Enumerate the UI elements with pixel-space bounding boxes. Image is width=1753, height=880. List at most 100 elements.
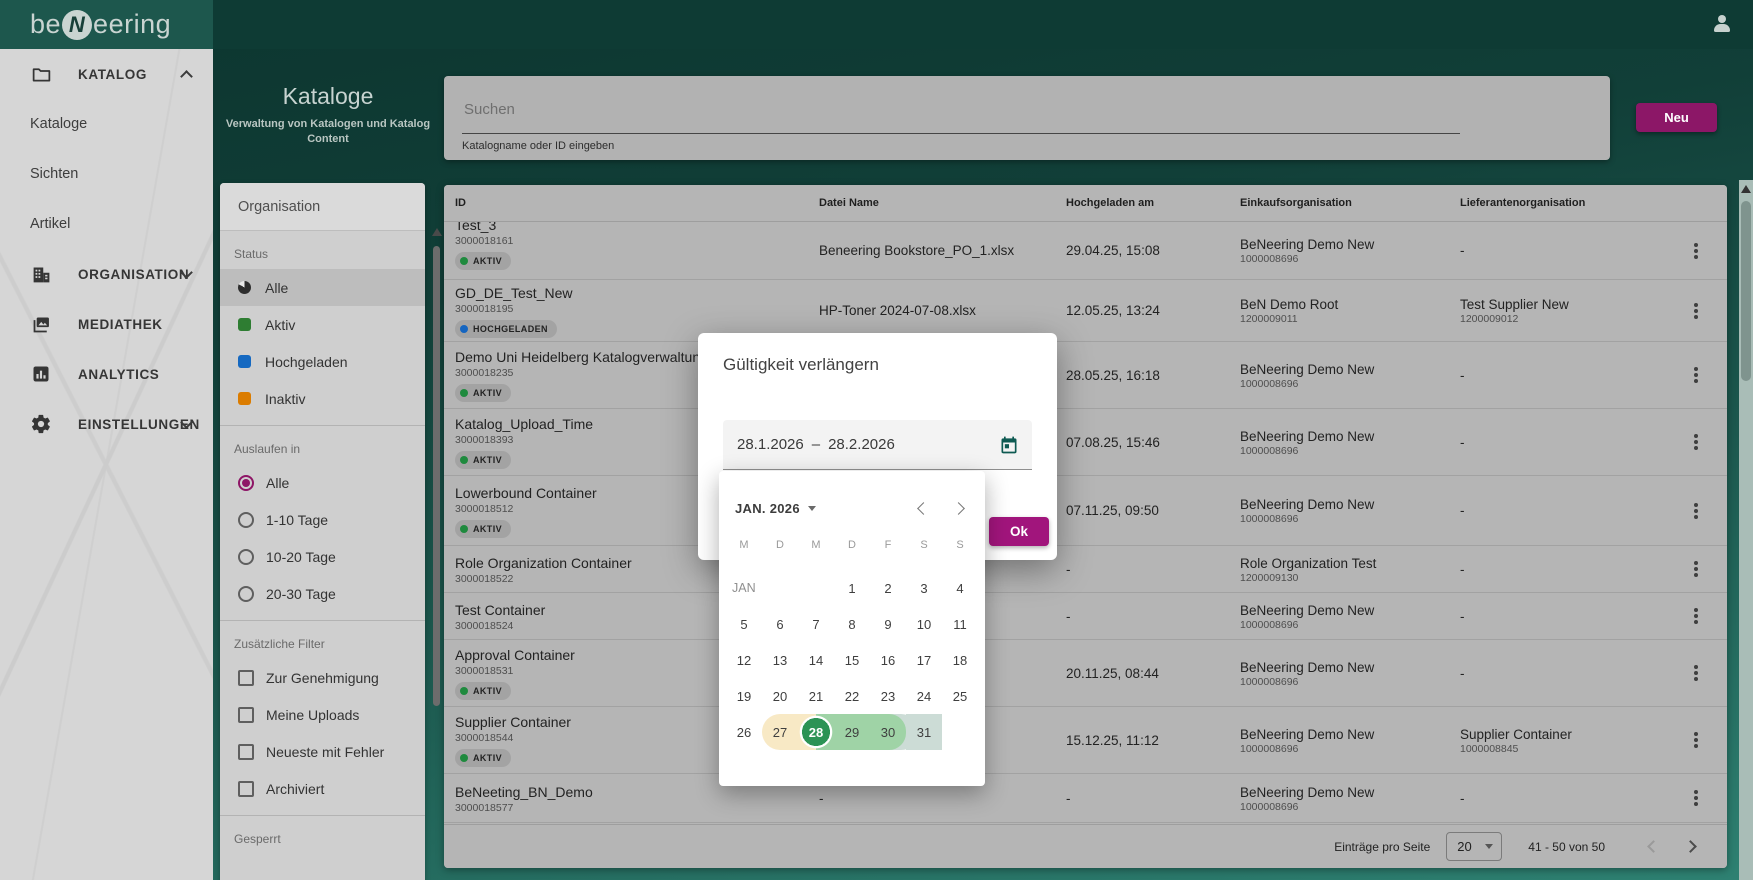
status-filter-hochgeladen[interactable]: Hochgeladen	[220, 343, 425, 380]
table-row[interactable]: Lowerbound Container 3000018512 AKTIV 07…	[444, 476, 1727, 546]
checkbox-archiviert[interactable]: Archiviert	[220, 770, 425, 807]
table-row[interactable]: Role Organization Container 3000018522 -…	[444, 546, 1727, 593]
sidebar-item-mediathek[interactable]: MEDIATHEK	[0, 299, 213, 349]
sidebar-item-organisation[interactable]: ORGANISATION	[0, 249, 213, 299]
calendar-day[interactable]: 7	[798, 606, 834, 642]
user-account-icon[interactable]	[1711, 13, 1733, 35]
ok-button[interactable]: Ok	[989, 517, 1049, 546]
calendar-icon[interactable]	[998, 434, 1020, 456]
per-page-select[interactable]: 20	[1446, 832, 1502, 861]
row-actions-menu-icon[interactable]	[1694, 440, 1698, 444]
table-row[interactable]: BeNeeting_BN_Demo 3000018577 - - BeNeeri…	[444, 774, 1727, 823]
calendar-day[interactable]: 5	[726, 606, 762, 642]
column-header-datei-name[interactable]: Datei Name	[819, 197, 1066, 209]
previous-month-button[interactable]	[917, 502, 930, 515]
table-row[interactable]: GD_DE_Test_New 3000018195 HOCHGELADEN HP…	[444, 280, 1727, 342]
scrollbar-thumb[interactable]	[1741, 201, 1751, 381]
row-actions-menu-icon[interactable]	[1694, 671, 1698, 675]
logo-area: beNeering	[0, 0, 213, 49]
calendar-day[interactable]: 3	[906, 570, 942, 606]
sidebar-item-sichten[interactable]: Sichten	[0, 149, 213, 199]
checkbox-neueste-mit-fehler[interactable]: Neueste mit Fehler	[220, 733, 425, 770]
sidebar-item-einstellungen[interactable]: EINSTELLUNGEN	[0, 399, 213, 449]
status-uploaded-icon	[238, 355, 251, 368]
calendar-day[interactable]: 29	[834, 714, 870, 750]
calendar-day[interactable]: 23	[870, 678, 906, 714]
purchase-org-name: BeNeering Demo New	[1240, 236, 1460, 253]
uploaded-at-cell: 20.11.25, 08:44	[1066, 666, 1240, 681]
purchase-org-id: 1000008696	[1240, 801, 1460, 813]
organisation-filter-input[interactable]	[220, 183, 425, 231]
calendar-day[interactable]: 20	[762, 678, 798, 714]
row-actions-menu-icon[interactable]	[1694, 309, 1698, 313]
table-row[interactable]: Test Container 3000018524 - BeNeering De…	[444, 593, 1727, 640]
calendar-day[interactable]: 19	[726, 678, 762, 714]
expiry-radio-1-10[interactable]: 1-10 Tage	[220, 501, 425, 538]
calendar-day[interactable]: 8	[834, 606, 870, 642]
status-filter-aktiv[interactable]: Aktiv	[220, 306, 425, 343]
previous-page-button[interactable]	[1647, 840, 1660, 853]
table-row[interactable]: Supplier Container 3000018544 AKTIV 15.1…	[444, 707, 1727, 774]
sidebar-item-analytics[interactable]: ANALYTICS	[0, 349, 213, 399]
scroll-up-icon[interactable]	[1741, 185, 1751, 193]
next-month-button[interactable]	[952, 502, 965, 515]
row-actions-menu-icon[interactable]	[1694, 373, 1698, 377]
calendar-day[interactable]: 25	[942, 678, 978, 714]
calendar-day[interactable]: 24	[906, 678, 942, 714]
new-catalog-button[interactable]: Neu	[1636, 103, 1717, 132]
table-row[interactable]: Approval Container 3000018531 AKTIV 20.1…	[444, 640, 1727, 707]
calendar-day[interactable]: 9	[870, 606, 906, 642]
calendar-day[interactable]: 10	[906, 606, 942, 642]
calendar-day[interactable]: 27	[762, 714, 798, 750]
scrollbar-thumb[interactable]	[433, 246, 440, 706]
expiry-radio-10-20[interactable]: 10-20 Tage	[220, 538, 425, 575]
calendar-day[interactable]: 17	[906, 642, 942, 678]
calendar-day[interactable]: 12	[726, 642, 762, 678]
column-header-id[interactable]: ID	[455, 197, 819, 209]
calendar-day[interactable]: 14	[798, 642, 834, 678]
next-page-button[interactable]	[1684, 840, 1697, 853]
sidebar-item-kataloge[interactable]: Kataloge	[0, 99, 213, 149]
table-row[interactable]: Demo Uni Heidelberg Katalogverwaltung 30…	[444, 342, 1727, 409]
checkbox-meine-uploads[interactable]: Meine Uploads	[220, 696, 425, 733]
calendar-day[interactable]: 1	[834, 570, 870, 606]
calendar-day[interactable]: 13	[762, 642, 798, 678]
status-filter-alle[interactable]: Alle	[220, 269, 425, 306]
sidebar-item-katalog[interactable]: KATALOG	[0, 49, 213, 99]
row-actions-menu-icon[interactable]	[1694, 614, 1698, 618]
calendar-day[interactable]: 6	[762, 606, 798, 642]
expiry-radio-alle[interactable]: Alle	[220, 464, 425, 501]
calendar-day[interactable]: 2	[870, 570, 906, 606]
calendar-day[interactable]: 31	[906, 714, 942, 750]
expiry-radio-20-30[interactable]: 20-30 Tage	[220, 575, 425, 612]
scroll-up-icon[interactable]	[432, 228, 442, 236]
table-row[interactable]: Test_3 3000018161 AKTIV Beneering Bookst…	[444, 222, 1727, 280]
column-header-hochgeladen-am[interactable]: Hochgeladen am	[1066, 197, 1240, 209]
calendar-day[interactable]: 16	[870, 642, 906, 678]
row-actions-menu-icon[interactable]	[1694, 796, 1698, 800]
calendar-day[interactable]: 26	[726, 714, 762, 750]
sidebar-item-artikel[interactable]: Artikel	[0, 199, 213, 249]
column-header-lieferantenorganisation[interactable]: Lieferantenorganisation	[1460, 197, 1690, 209]
calendar-day[interactable]: 21	[798, 678, 834, 714]
table-row[interactable]: Katalog_Upload_Time 3000018393 AKTIV 07.…	[444, 409, 1727, 476]
row-actions-menu-icon[interactable]	[1694, 509, 1698, 513]
calendar-day[interactable]: 30	[870, 714, 906, 750]
row-actions-menu-icon[interactable]	[1694, 738, 1698, 742]
search-input[interactable]	[462, 94, 1442, 124]
status-filter-inaktiv[interactable]: Inaktiv	[220, 380, 425, 417]
calendar-day[interactable]: 11	[942, 606, 978, 642]
column-header-einkaufsorganisation[interactable]: Einkaufsorganisation	[1240, 197, 1460, 209]
calendar-day[interactable]: 22	[834, 678, 870, 714]
calendar-day[interactable]: 28	[798, 714, 834, 750]
row-actions-menu-icon[interactable]	[1694, 249, 1698, 253]
calendar-day[interactable]: 4	[942, 570, 978, 606]
date-range-field[interactable]: 28.1.2026 – 28.2.2026	[723, 420, 1032, 470]
checkbox-zur-genehmigung[interactable]: Zur Genehmigung	[220, 659, 425, 696]
page-scrollbar[interactable]	[1739, 180, 1753, 880]
table-scrollbar[interactable]	[432, 228, 441, 828]
calendar-day[interactable]: 15	[834, 642, 870, 678]
month-year-dropdown[interactable]: JAN. 2026	[735, 501, 816, 516]
calendar-day[interactable]: 18	[942, 642, 978, 678]
row-actions-menu-icon[interactable]	[1694, 567, 1698, 571]
